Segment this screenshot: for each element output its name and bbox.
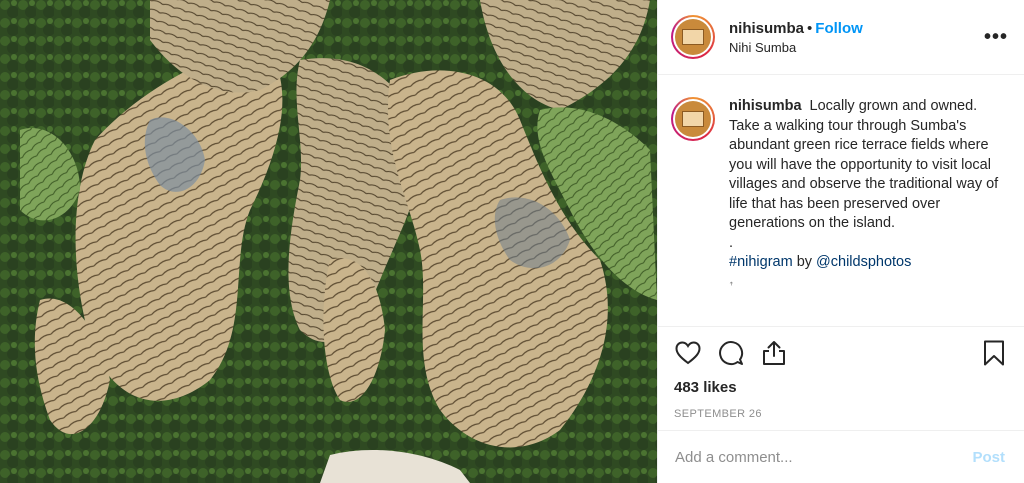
caption-text: Locally grown and owned. Take a walking … [729, 98, 999, 231]
caption-avatar[interactable] [671, 97, 715, 141]
post-header: nihisumba • Follow Nihi Sumba ••• [658, 0, 1024, 75]
post-photo[interactable] [0, 0, 657, 483]
follow-button[interactable]: Follow [815, 20, 863, 37]
heart-icon[interactable] [674, 339, 702, 367]
separator-dot: • [807, 19, 813, 37]
post-button[interactable]: Post [972, 449, 1005, 466]
post-date[interactable]: SEPTEMBER 26 [674, 408, 1008, 420]
bookmark-icon[interactable] [980, 339, 1008, 367]
comment-input[interactable] [675, 448, 973, 466]
avatar[interactable] [671, 15, 715, 59]
post-details-panel: nihisumba • Follow Nihi Sumba ••• nihisumb… [657, 0, 1024, 483]
more-hint: ꜛ [729, 281, 734, 292]
aerial-rice-terraces-image [0, 0, 657, 483]
action-bar: 483 likes SEPTEMBER 26 [658, 326, 1024, 420]
nihi-logo-icon [675, 19, 711, 55]
caption-dot: . [729, 234, 734, 251]
comments-section[interactable]: nihisumba Locally grown and owned. Take … [658, 75, 1024, 325]
caption-by: by [792, 254, 817, 270]
caption: nihisumba Locally grown and owned. Take … [729, 97, 1008, 325]
location-link[interactable]: Nihi Sumba [729, 40, 984, 55]
likes-count[interactable]: 483 likes [674, 379, 1008, 396]
add-comment-bar: Post [658, 430, 1024, 483]
caption-username-link[interactable]: nihisumba [729, 98, 802, 114]
share-icon[interactable] [760, 339, 788, 367]
mention-link[interactable]: @childsphotos [816, 254, 911, 270]
more-options-icon[interactable]: ••• [984, 27, 1008, 47]
username-link[interactable]: nihisumba [729, 20, 804, 37]
comment-icon[interactable] [717, 339, 745, 367]
nihi-logo-icon [675, 101, 711, 137]
hashtag-link[interactable]: #nihigram [729, 254, 793, 270]
